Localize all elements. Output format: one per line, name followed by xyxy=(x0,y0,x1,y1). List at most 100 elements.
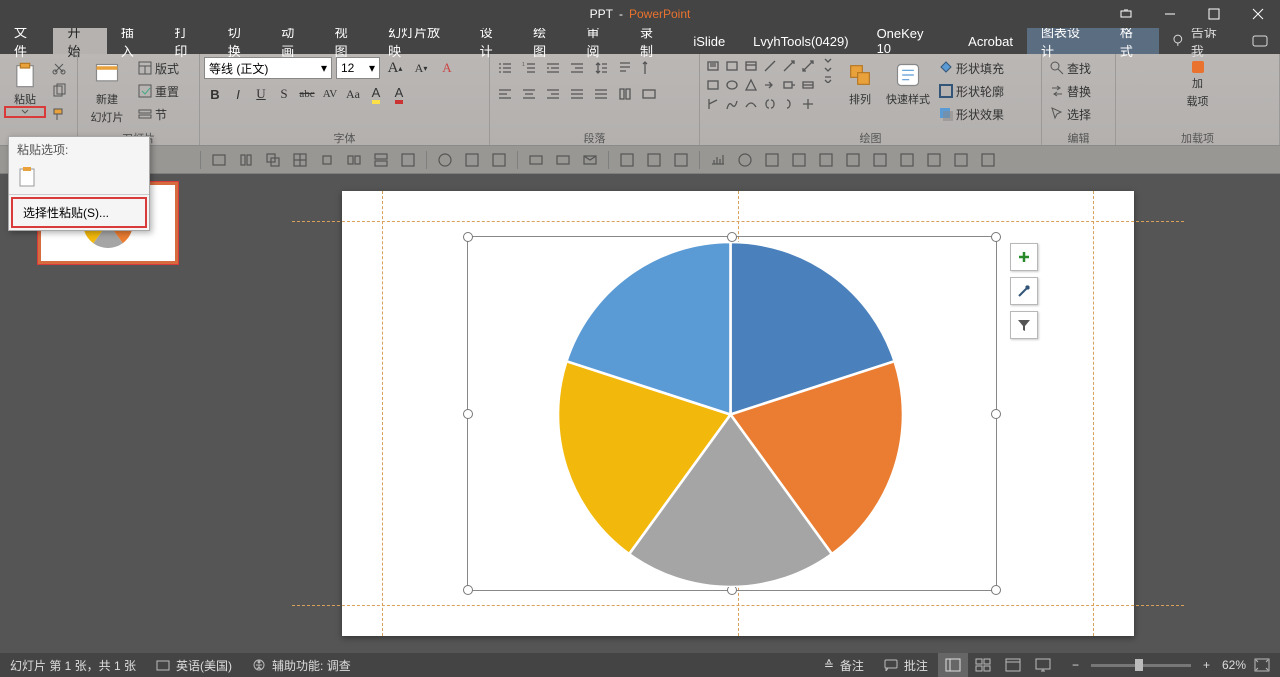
align-center-button[interactable] xyxy=(518,83,540,105)
columns-button[interactable] xyxy=(614,83,636,105)
tell-me[interactable]: 告诉我 xyxy=(1159,28,1241,54)
qb-icon[interactable] xyxy=(898,151,916,169)
qb-icon[interactable] xyxy=(618,151,636,169)
qb-icon[interactable] xyxy=(581,151,599,169)
paste-dropdown-button[interactable] xyxy=(4,106,46,118)
new-slide-button[interactable]: 新建 幻灯片 xyxy=(82,57,132,125)
decrease-indent-button[interactable] xyxy=(542,57,564,79)
qb-icon[interactable] xyxy=(264,151,282,169)
bold-button[interactable]: B xyxy=(204,83,226,105)
shadow-button[interactable]: S xyxy=(273,83,295,105)
qb-icon[interactable] xyxy=(925,151,943,169)
italic-button[interactable]: I xyxy=(227,83,249,105)
section-button[interactable]: 节 xyxy=(134,103,182,125)
share-button[interactable] xyxy=(1241,28,1280,54)
align-right-button[interactable] xyxy=(542,83,564,105)
tab-slideshow[interactable]: 幻灯片放映 xyxy=(374,28,466,54)
accessibility-check[interactable]: 辅助功能: 调查 xyxy=(242,653,361,677)
slide-counter[interactable]: 幻灯片 第 1 张，共 1 张 xyxy=(0,653,146,677)
align-text-button[interactable] xyxy=(638,57,660,79)
close-button[interactable] xyxy=(1236,0,1280,28)
qb-icon[interactable] xyxy=(871,151,889,169)
qb-icon[interactable] xyxy=(736,151,754,169)
highlight-button[interactable]: A xyxy=(365,83,387,105)
layout-button[interactable]: 版式 xyxy=(134,57,182,79)
quick-styles-button[interactable]: 快速样式 xyxy=(883,57,933,107)
tab-acrobat[interactable]: Acrobat xyxy=(954,28,1027,54)
qb-icon[interactable] xyxy=(672,151,690,169)
distributed-button[interactable] xyxy=(590,83,612,105)
maximize-button[interactable] xyxy=(1192,0,1236,28)
notes-button[interactable]: ≙备注 xyxy=(814,653,874,677)
qb-icon[interactable] xyxy=(463,151,481,169)
qb-icon[interactable] xyxy=(345,151,363,169)
tab-print[interactable]: 打印 xyxy=(160,28,213,54)
qb-icon[interactable] xyxy=(709,151,727,169)
shape-outline-button[interactable]: 形状轮廓 xyxy=(935,80,1007,102)
find-button[interactable]: 查找 xyxy=(1046,57,1094,79)
chart-filters-button[interactable] xyxy=(1010,311,1038,339)
qb-icon[interactable] xyxy=(527,151,545,169)
font-name-combo[interactable]: 等线 (正文)▾ xyxy=(204,57,332,79)
text-direction-button[interactable] xyxy=(614,57,636,79)
qb-icon[interactable] xyxy=(490,151,508,169)
underline-button[interactable]: U xyxy=(250,83,272,105)
qb-icon[interactable] xyxy=(318,151,336,169)
tab-file[interactable]: 文件 xyxy=(0,28,53,54)
grow-font-button[interactable]: A▴ xyxy=(384,57,406,79)
bullets-button[interactable] xyxy=(494,57,516,79)
paste-special-menu-item[interactable]: 选择性粘贴(S)... xyxy=(11,197,147,228)
clear-formatting-button[interactable]: A xyxy=(436,57,458,79)
tab-transitions[interactable]: 切换 xyxy=(214,28,267,54)
copy-button[interactable] xyxy=(48,80,70,102)
qb-icon[interactable] xyxy=(979,151,997,169)
qb-icon[interactable] xyxy=(291,151,309,169)
tab-onekey[interactable]: OneKey 10 xyxy=(863,28,955,54)
tab-home[interactable]: 开始 xyxy=(53,28,106,54)
qb-icon[interactable] xyxy=(763,151,781,169)
shapes-gallery[interactable] xyxy=(704,57,817,113)
format-painter-button[interactable] xyxy=(48,103,70,125)
convert-smartart-button[interactable] xyxy=(638,83,660,105)
fit-to-window-button[interactable] xyxy=(1254,658,1270,672)
arrange-button[interactable]: 排列 xyxy=(839,57,881,107)
slide-thumbnails-pane[interactable] xyxy=(0,174,195,653)
tab-record[interactable]: 录制 xyxy=(626,28,679,54)
ribbon-display-button[interactable] xyxy=(1104,0,1148,28)
justify-button[interactable] xyxy=(566,83,588,105)
font-color-button[interactable]: A xyxy=(388,83,410,105)
tab-design[interactable]: 设计 xyxy=(466,28,519,54)
minimize-button[interactable] xyxy=(1148,0,1192,28)
chart-styles-button[interactable] xyxy=(1010,277,1038,305)
qb-icon[interactable] xyxy=(952,151,970,169)
zoom-slider[interactable] xyxy=(1091,664,1191,667)
tab-draw[interactable]: 绘图 xyxy=(519,28,572,54)
shape-fill-button[interactable]: 形状填充 xyxy=(935,57,1007,79)
paste-button[interactable]: 粘贴 xyxy=(4,57,46,107)
cut-button[interactable] xyxy=(48,57,70,79)
qb-icon[interactable] xyxy=(436,151,454,169)
slide-editor[interactable] xyxy=(195,174,1280,653)
shrink-font-button[interactable]: A▾ xyxy=(410,57,432,79)
chart-elements-button[interactable] xyxy=(1010,243,1038,271)
pie-chart[interactable] xyxy=(558,242,903,587)
reset-button[interactable]: 重置 xyxy=(134,80,182,102)
tab-lvyh[interactable]: LvyhTools(0429) xyxy=(739,28,862,54)
tab-review[interactable]: 审阅 xyxy=(573,28,626,54)
qb-icon[interactable] xyxy=(554,151,572,169)
zoom-in-button[interactable]: + xyxy=(1199,658,1214,672)
sorter-view-button[interactable] xyxy=(968,653,998,677)
qb-icon[interactable] xyxy=(399,151,417,169)
reading-view-button[interactable] xyxy=(998,653,1028,677)
qb-icon[interactable] xyxy=(844,151,862,169)
zoom-level[interactable]: 62% xyxy=(1216,658,1252,672)
select-button[interactable]: 选择 xyxy=(1046,103,1094,125)
qb-icon[interactable] xyxy=(790,151,808,169)
font-size-combo[interactable]: 12▾ xyxy=(336,57,380,79)
slideshow-view-button[interactable] xyxy=(1028,653,1058,677)
line-spacing-button[interactable] xyxy=(590,57,612,79)
tab-view[interactable]: 视图 xyxy=(321,28,374,54)
align-left-button[interactable] xyxy=(494,83,516,105)
qb-icon[interactable] xyxy=(817,151,835,169)
zoom-out-button[interactable]: − xyxy=(1068,658,1083,672)
